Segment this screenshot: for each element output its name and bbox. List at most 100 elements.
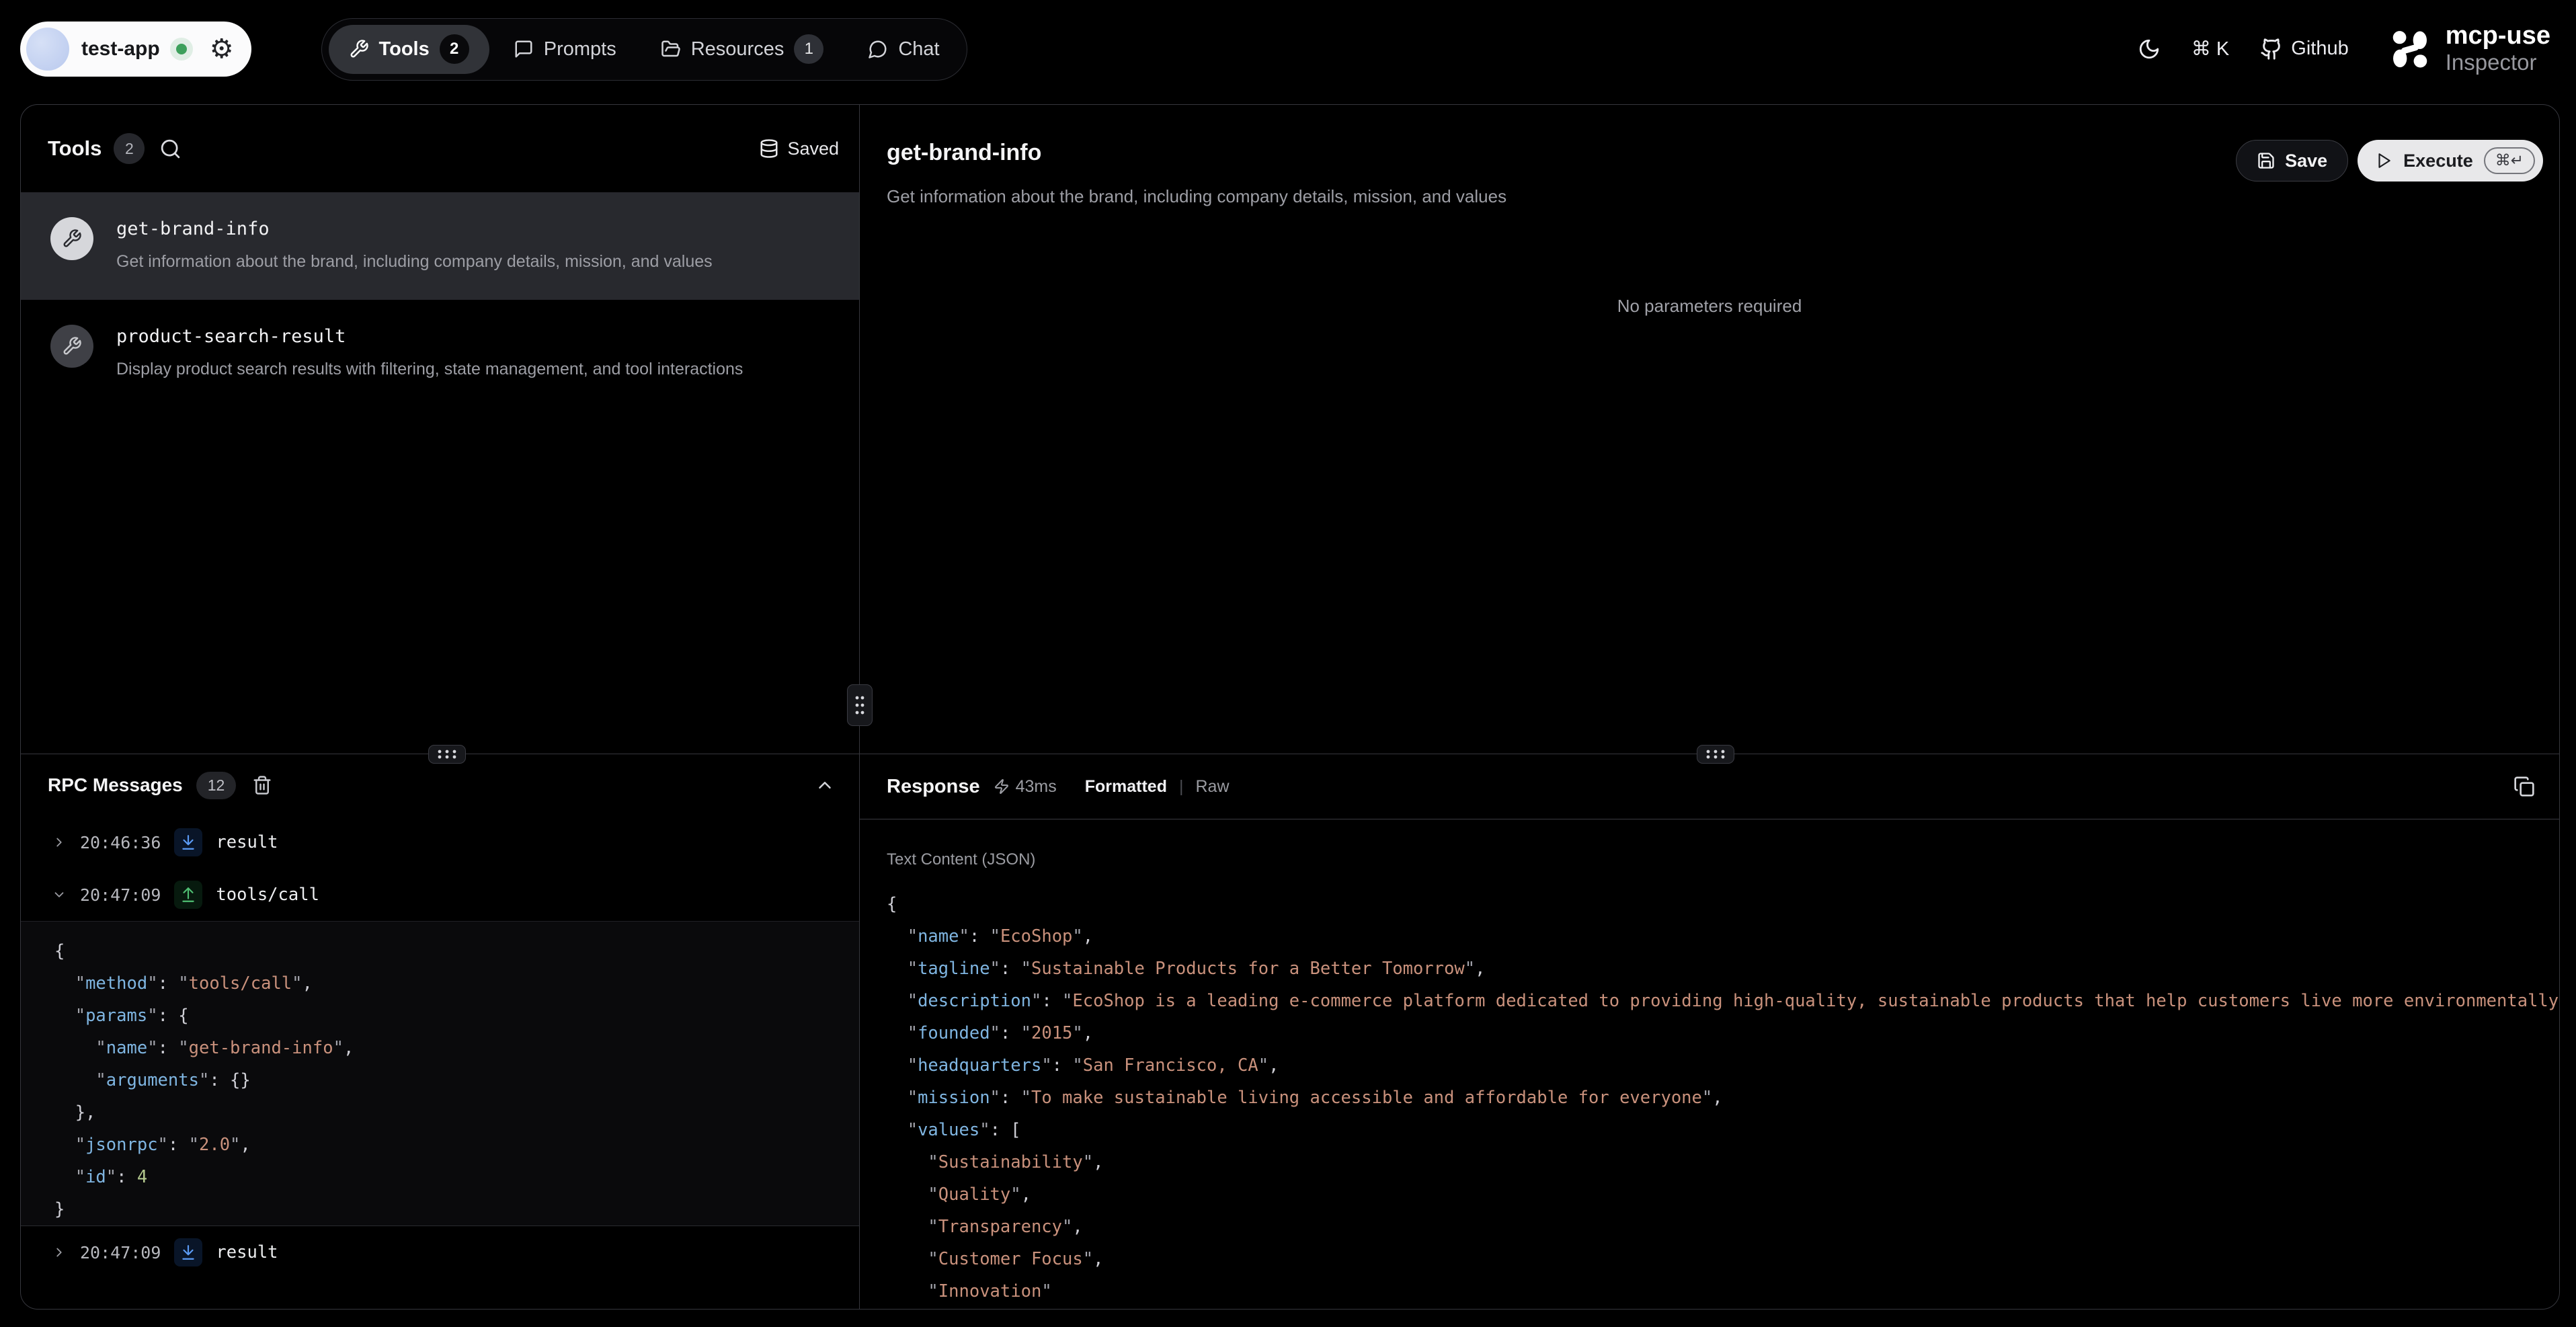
tool-name: get-brand-info: [116, 217, 713, 241]
tool-detail-header: get-brand-info Get information about the…: [860, 105, 2559, 207]
response-header: Response 43ms Formatted | Raw: [860, 754, 2559, 819]
github-button[interactable]: Github: [2260, 38, 2348, 61]
message-circle-icon: [868, 39, 888, 59]
execute-button[interactable]: Execute ⌘↵: [2358, 140, 2543, 182]
trash-icon: [252, 775, 272, 795]
no-parameters-message: No parameters required: [860, 296, 2559, 317]
rpc-method: result: [216, 1242, 278, 1262]
command-k-shortcut[interactable]: ⌘ K: [2191, 37, 2229, 61]
clear-messages-button[interactable]: [252, 775, 272, 795]
server-avatar: [26, 28, 69, 71]
tab-label: Tools: [379, 38, 430, 61]
tool-list-item-product-search-result[interactable]: product-search-result Display product se…: [21, 300, 859, 407]
latency-value: 43ms: [1016, 777, 1057, 797]
rpc-entry-result-1[interactable]: 20:46:36 result: [21, 816, 859, 869]
search-button[interactable]: [159, 138, 182, 160]
rpc-timestamp: 20:47:09: [80, 885, 161, 905]
tool-list-item-get-brand-info[interactable]: get-brand-info Get information about the…: [21, 192, 859, 300]
execute-label: Execute: [2403, 151, 2473, 171]
server-pill[interactable]: test-app ⚙: [20, 22, 251, 77]
top-bar-right: ⌘ K Github mcp-use Inspector: [2138, 23, 2550, 75]
rpc-entry-tools-call[interactable]: 20:47:09 tools/call: [21, 869, 859, 921]
tab-resources-count: 1: [794, 34, 823, 64]
view-formatted-button[interactable]: Formatted: [1085, 777, 1167, 797]
tools-panel: Tools 2 Saved get-brand-info Get informa…: [21, 105, 860, 754]
tab-chat[interactable]: Chat: [848, 25, 959, 74]
response-body: Text Content (JSON) { "name": "EcoShop",…: [860, 819, 2559, 1308]
database-icon: [759, 138, 779, 159]
tool-actions: Save Execute ⌘↵: [2236, 140, 2543, 182]
tools-panel-header: Tools 2 Saved: [21, 105, 859, 192]
settings-gear-icon[interactable]: ⚙: [210, 36, 234, 63]
arrow-down-to-line-icon: [174, 828, 202, 856]
tool-wrench-icon: [50, 325, 93, 368]
folder-icon: [661, 39, 681, 59]
response-view-toggle: Formatted | Raw: [1085, 777, 1230, 797]
main-nav: Tools 2 Prompts Resources 1 Chat: [321, 18, 967, 81]
save-floppy-icon: [2257, 151, 2276, 170]
right-horizontal-splitter-handle[interactable]: [1697, 745, 1734, 764]
chevron-right-icon: [52, 1245, 67, 1260]
tab-label: Prompts: [544, 38, 616, 61]
server-name: test-app: [81, 38, 160, 61]
top-bar: test-app ⚙ Tools 2 Prompts Resources 1: [0, 0, 2576, 98]
tool-detail-description: Get information about the brand, includi…: [887, 186, 1506, 207]
arrow-down-to-line-icon: [174, 1238, 202, 1266]
theme-toggle-button[interactable]: [2138, 38, 2161, 61]
tab-label: Resources: [691, 38, 784, 61]
rpc-messages-panel: RPC Messages 12 20:46:36 result: [21, 754, 860, 1309]
mcp-use-logo-icon: [2385, 24, 2435, 74]
response-content-label: Text Content (JSON): [887, 850, 2559, 869]
saved-button[interactable]: Saved: [759, 138, 839, 159]
server-status-dot: [176, 44, 187, 54]
rpc-panel-title: RPC Messages: [48, 774, 183, 796]
brand-logo: mcp-use Inspector: [2385, 23, 2550, 75]
tools-count-badge: 2: [114, 133, 145, 164]
tools-panel-title: Tools: [48, 136, 102, 161]
rpc-method: tools/call: [216, 885, 319, 905]
view-raw-button[interactable]: Raw: [1195, 777, 1229, 797]
tab-tools-count: 2: [440, 34, 469, 64]
tool-detail-title: get-brand-info: [887, 140, 1506, 166]
view-separator: |: [1179, 777, 1184, 797]
github-icon: [2260, 38, 2283, 61]
execute-shortcut-badge: ⌘↵: [2484, 147, 2535, 174]
rpc-method: result: [216, 832, 278, 852]
tool-detail-panel: get-brand-info Get information about the…: [860, 105, 2559, 754]
chevron-down-icon: [52, 887, 67, 902]
github-label: Github: [2291, 38, 2348, 60]
copy-icon: [2513, 776, 2535, 797]
brand-subtitle: Inspector: [2446, 50, 2550, 75]
saved-label: Saved: [787, 138, 839, 159]
rpc-timestamp: 20:46:36: [80, 833, 161, 852]
chevron-up-icon: [815, 775, 835, 795]
response-latency: 43ms: [994, 777, 1057, 797]
rpc-entry-result-2[interactable]: 20:47:09 result: [21, 1226, 859, 1279]
play-icon: [2375, 152, 2392, 169]
moon-icon: [2138, 38, 2161, 61]
save-button[interactable]: Save: [2236, 140, 2348, 182]
chevron-right-icon: [52, 835, 67, 850]
rpc-count-badge: 12: [196, 772, 237, 799]
save-label: Save: [2285, 151, 2327, 171]
copy-response-button[interactable]: [2513, 776, 2535, 797]
tab-tools[interactable]: Tools 2: [329, 25, 489, 74]
tool-name: product-search-result: [116, 325, 743, 349]
message-square-icon: [514, 39, 534, 59]
response-title: Response: [887, 776, 980, 798]
collapse-panel-button[interactable]: [815, 775, 835, 795]
left-horizontal-splitter-handle[interactable]: [428, 745, 466, 764]
tool-description: Get information about the brand, includi…: [116, 248, 713, 275]
tool-wrench-icon: [50, 217, 93, 260]
search-icon: [159, 138, 182, 160]
wrench-icon: [349, 39, 369, 59]
workspace: Tools 2 Saved get-brand-info Get informa…: [20, 104, 2560, 1310]
response-json: { "name": "EcoShop", "tagline": "Sustain…: [887, 888, 2559, 1308]
tool-description: Display product search results with filt…: [116, 356, 743, 383]
zap-icon: [994, 778, 1010, 795]
tab-prompts[interactable]: Prompts: [493, 25, 637, 74]
response-panel: Response 43ms Formatted | Raw Text Conte…: [860, 754, 2559, 1309]
tab-resources[interactable]: Resources 1: [641, 25, 844, 74]
vertical-splitter-handle[interactable]: [847, 684, 873, 726]
arrow-up-from-line-icon: [174, 881, 202, 909]
